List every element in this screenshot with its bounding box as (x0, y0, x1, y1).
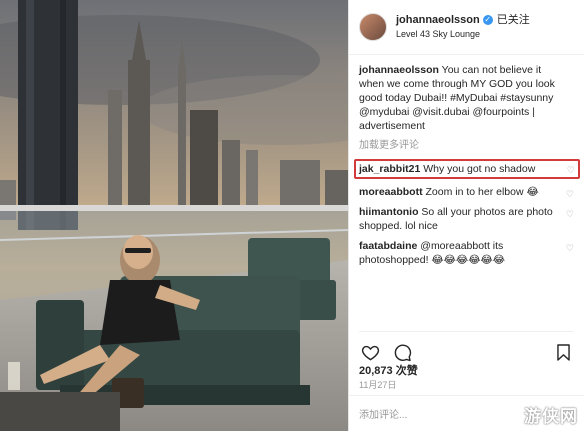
heart-icon[interactable] (359, 341, 381, 363)
comment-item: moreaabbott Zoom in to her elbow 😂 ♡ (359, 185, 574, 199)
post-date: 11月27日 (359, 380, 397, 390)
comments-section: johannaeolsson You can not believe it wh… (349, 55, 584, 267)
small-heart-icon[interactable]: ♡ (566, 241, 574, 255)
comment-bubble-icon[interactable] (391, 341, 413, 363)
following-button[interactable]: 已关注 (497, 14, 530, 26)
post-username[interactable]: johannaeolsson (396, 14, 480, 26)
site-watermark: 游侠网 (524, 407, 578, 427)
post-actions (359, 331, 574, 364)
caption-username[interactable]: johannaeolsson (359, 64, 439, 76)
comment-text: Zoom in to her elbow 😂 (425, 186, 539, 198)
small-heart-icon[interactable]: ♡ (567, 163, 575, 177)
header-text: johannaeolsson ✓ 已关注 Level 43 Sky Lounge (396, 13, 530, 41)
like-count[interactable]: 20,873 次赞 (359, 362, 418, 378)
caption: johannaeolsson You can not believe it wh… (359, 63, 574, 133)
rooftop-photo-illustration (0, 0, 348, 431)
comment-username[interactable]: moreaabbott (359, 186, 423, 198)
avatar[interactable] (359, 13, 387, 41)
comment-username[interactable]: jak_rabbit21 (359, 163, 420, 175)
comment-item: faatabdaine @moreaabbott its photoshoppe… (359, 239, 574, 267)
comment-item: hiimantonio So all your photos are photo… (359, 205, 574, 233)
verified-badge-icon: ✓ (482, 15, 493, 26)
location-link[interactable]: Level 43 Sky Lounge (396, 27, 530, 41)
post-side-panel: johannaeolsson ✓ 已关注 Level 43 Sky Lounge j… (348, 0, 584, 431)
instagram-post: johannaeolsson ✓ 已关注 Level 43 Sky Lounge j… (0, 0, 584, 431)
comment-item-highlighted: jak_rabbit21 Why you got no shadow ♡ (354, 159, 580, 179)
comment-text: Why you got no shadow (423, 163, 536, 175)
comment-username[interactable]: faatabdaine (359, 240, 417, 252)
load-more-comments[interactable]: 加载更多评论 (359, 139, 574, 153)
small-heart-icon[interactable]: ♡ (566, 207, 574, 221)
comment-username[interactable]: hiimantonio (359, 206, 419, 218)
bookmark-icon[interactable] (552, 341, 574, 363)
small-heart-icon[interactable]: ♡ (566, 187, 574, 201)
post-header: johannaeolsson ✓ 已关注 Level 43 Sky Lounge (349, 0, 584, 55)
post-photo[interactable] (0, 0, 348, 431)
